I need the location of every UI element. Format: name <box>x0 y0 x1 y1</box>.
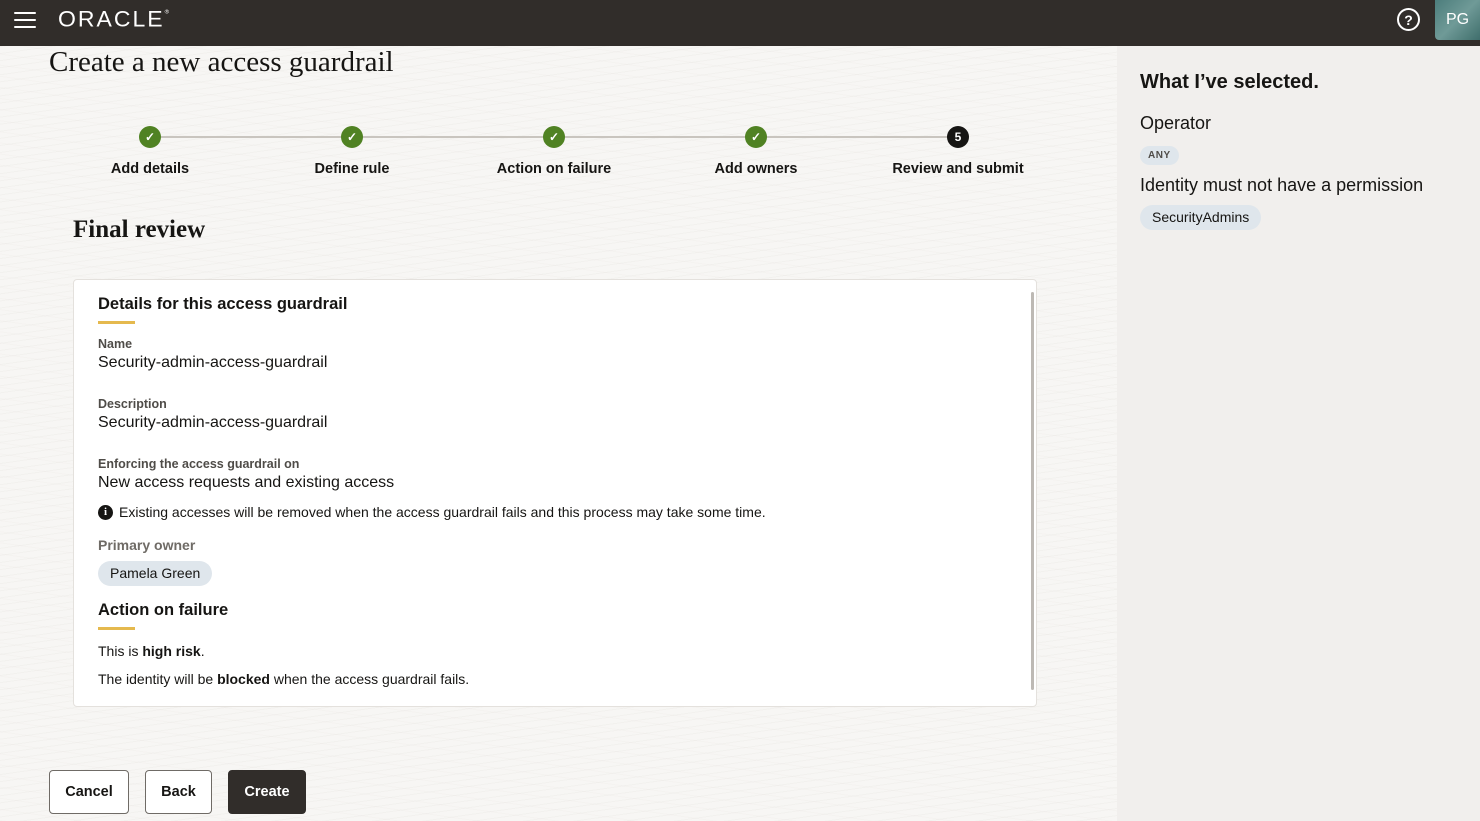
card-scrollbar[interactable] <box>1031 292 1034 690</box>
step-add-owners[interactable]: ✓ Add owners <box>686 126 826 177</box>
name-label: Name <box>98 337 133 351</box>
user-avatar[interactable]: PG <box>1435 0 1480 40</box>
step-action-on-failure[interactable]: ✓ Action on failure <box>484 126 624 177</box>
operator-chip: ANY <box>1140 146 1179 165</box>
risk-value: high risk <box>142 643 201 659</box>
primary-owner-chip: Pamela Green <box>98 561 213 586</box>
description-label: Description <box>98 397 167 411</box>
check-icon: ✓ <box>745 126 767 148</box>
logo-registered-mark: ® <box>164 9 170 16</box>
enforcing-value: New access requests and existing access <box>98 474 395 491</box>
main-content: Create a new access guardrail ✓ Add deta… <box>0 46 1117 821</box>
blocked-text: The identity will be blocked when the ac… <box>98 671 469 687</box>
name-value: Security-admin-access-guardrail <box>98 354 328 371</box>
step-define-rule[interactable]: ✓ Define rule <box>282 126 422 177</box>
info-message: i Existing accesses will be removed when… <box>98 504 766 520</box>
logo-text: ORACLE <box>58 6 165 32</box>
condition-chip: SecurityAdmins <box>1140 205 1262 230</box>
primary-owner-label: Primary owner <box>98 537 196 553</box>
check-icon: ✓ <box>543 126 565 148</box>
section-title: Final review <box>73 216 206 243</box>
oracle-logo[interactable]: ORACLE® <box>58 7 169 33</box>
step-label: Action on failure <box>496 161 612 177</box>
top-bar: ORACLE® ? PG <box>0 0 1480 46</box>
blocked-prefix: The identity will be <box>98 671 218 687</box>
heading-underline <box>98 321 135 324</box>
blocked-value: blocked <box>217 671 270 687</box>
risk-text: This is high risk. <box>98 643 205 659</box>
selection-summary-panel: What I’ve selected. Operator ANY Identit… <box>1117 46 1480 821</box>
cancel-button[interactable]: Cancel <box>49 770 129 814</box>
step-number-badge: 5 <box>947 126 969 148</box>
hamburger-menu-icon[interactable] <box>14 12 36 28</box>
description-value: Security-admin-access-guardrail <box>98 414 328 431</box>
risk-prefix: This is <box>98 643 143 659</box>
page-title: Create a new access guardrail <box>49 46 394 78</box>
create-button[interactable]: Create <box>228 770 306 814</box>
condition-label: Identity must not have a permission <box>1140 175 1424 195</box>
check-icon: ✓ <box>341 126 363 148</box>
panel-title: What I’ve selected. <box>1140 71 1319 93</box>
details-heading: Details for this access guardrail <box>98 295 348 313</box>
step-add-details[interactable]: ✓ Add details <box>80 126 220 177</box>
step-label: Add owners <box>714 161 798 177</box>
action-heading: Action on failure <box>98 601 229 619</box>
heading-underline <box>98 627 135 630</box>
info-text: Existing accesses will be removed when t… <box>119 504 766 520</box>
review-card: Details for this access guardrail Name S… <box>73 279 1037 707</box>
help-icon[interactable]: ? <box>1397 8 1420 31</box>
check-icon: ✓ <box>139 126 161 148</box>
progress-stepper: ✓ Add details ✓ Define rule ✓ Action on … <box>100 126 1030 186</box>
operator-label: Operator <box>1140 113 1212 133</box>
step-review-and-submit[interactable]: 5 Review and submit <box>888 126 1028 177</box>
risk-suffix: . <box>200 643 205 659</box>
enforcing-label: Enforcing the access guardrail on <box>98 457 300 471</box>
info-icon: i <box>98 504 113 520</box>
back-button[interactable]: Back <box>145 770 212 814</box>
step-label: Define rule <box>314 161 390 177</box>
step-label: Review and submit <box>892 161 1024 177</box>
step-label: Add details <box>110 161 190 177</box>
blocked-suffix: when the access guardrail fails. <box>269 671 470 687</box>
